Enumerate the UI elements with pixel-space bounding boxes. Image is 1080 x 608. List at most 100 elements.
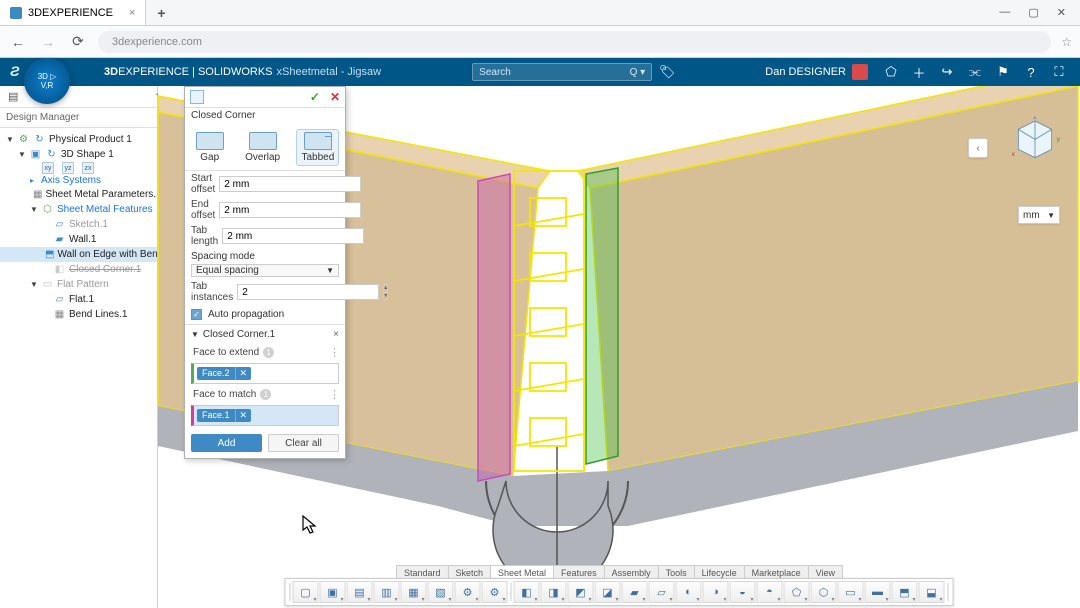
tool-button[interactable]: ◧ [514,581,540,603]
url-bar[interactable]: 3dexperience.com [98,31,1051,53]
clear-all-button[interactable]: Clear all [268,434,339,452]
url-text: 3dexperience.com [112,36,202,48]
tree-row-product[interactable]: ▼ ⚙ ↻ Physical Product 1 [0,132,157,147]
mode-gap[interactable]: Gap [191,129,229,166]
new-tab-button[interactable]: + [150,2,172,24]
tab-length-input[interactable] [222,228,364,244]
plane-icons[interactable]: xy yz zx [0,162,157,174]
tool-button[interactable]: ⚙ [482,581,508,603]
fullscreen-icon[interactable]: ⛶ [1052,65,1066,79]
add-button[interactable]: Add [191,434,262,452]
flat-pattern-icon: ▭ [41,278,54,291]
mode-overlap[interactable]: Overlap [240,129,285,166]
face-extend-label: Face to extend [193,347,259,358]
tree-row-flat[interactable]: ▱ Flat.1 [0,292,157,307]
browser-tab[interactable]: 3DEXPERIENCE × [0,0,146,25]
tool-button[interactable]: ⚙ [455,581,481,603]
face-extend-menu-icon[interactable]: ⋮ [329,346,339,359]
tool-button[interactable]: ▱ [649,581,675,603]
reload-icon[interactable]: ⟳ [68,32,88,52]
tab-instances-input[interactable] [237,284,379,300]
close-window-icon[interactable]: ✕ [1057,6,1066,19]
flag-icon[interactable]: ⚑ [996,65,1010,79]
face-extend-box[interactable]: Face.2 ✕ [191,363,339,384]
tree-row-axis[interactable]: ▸ Axis Systems [0,174,157,187]
tool-button[interactable]: ⬡ [811,581,837,603]
tool-button[interactable]: ▥ [374,581,400,603]
yz-plane-icon[interactable]: yz [62,162,74,174]
tree-row-features[interactable]: ▼ ⬡ Sheet Metal Features [0,202,157,217]
section-close-icon[interactable]: × [333,329,339,340]
face-match-remove-icon[interactable]: ✕ [235,409,252,422]
tree-row-wall-bend[interactable]: ⬒ Wall on Edge with Bend.1 [0,247,157,262]
tree-toggle-icon[interactable]: ▼ [6,135,14,144]
tool-button[interactable]: ▬ [865,581,891,603]
auto-propagation-checkbox[interactable]: ✓ [191,309,202,320]
tool-button[interactable]: ▧ [428,581,454,603]
face-extend-remove-icon[interactable]: ✕ [235,367,252,380]
tab-instances-spinner[interactable]: ▴▾ [383,284,388,300]
unit-select[interactable]: mm ▼ [1018,206,1060,224]
tool-button[interactable]: ⬓ [919,581,945,603]
back-icon[interactable]: ← [8,32,28,52]
tool-button[interactable]: ◪ [595,581,621,603]
search-input[interactable]: Search Q ▾ [472,63,652,81]
mode-tabbed[interactable]: Tabbed [296,129,339,166]
minimize-icon[interactable]: — [999,6,1010,19]
avatar[interactable] [852,64,868,80]
tree-row-params[interactable]: ▦ Sheet Metal Parameters.1 [0,187,157,202]
tool-button[interactable]: ⬠ [784,581,810,603]
cancel-button[interactable]: ✕ [330,90,340,104]
xy-plane-icon[interactable]: xy [42,162,54,174]
add-icon[interactable]: ＋ [912,65,926,79]
tree-row-shape[interactable]: ▼ ▣ ↻ 3D Shape 1 [0,147,157,162]
spacing-mode-select[interactable]: Equal spacing ▼ [191,264,339,277]
tool-button[interactable]: ◨ [541,581,567,603]
maximize-icon[interactable]: ▢ [1028,6,1038,19]
tool-button[interactable]: ▭ [838,581,864,603]
view-prev-icon[interactable]: ‹ [968,138,988,158]
forward-icon[interactable]: → [38,32,58,52]
tool-button[interactable]: ◑ [703,581,729,603]
tool-button[interactable]: ◐ [676,581,702,603]
tool-button[interactable]: ◒ [730,581,756,603]
zx-plane-icon[interactable]: zx [82,162,94,174]
end-offset-input[interactable] [219,202,361,218]
bookmark-icon[interactable]: ☆ [1061,35,1072,49]
face-match-menu-icon[interactable]: ⋮ [329,388,339,401]
share-icon[interactable]: ↪ [940,65,954,79]
tool-button[interactable]: ◩ [568,581,594,603]
tool-button[interactable]: ▤ [347,581,373,603]
tree-toggle-icon[interactable]: ▸ [30,176,38,185]
tree-toggle-icon[interactable]: ▼ [30,280,38,289]
tool-button[interactable]: ▣ [320,581,346,603]
tab-close-icon[interactable]: × [129,7,135,19]
tool-button[interactable]: ▦ [401,581,427,603]
user-name[interactable]: Dan DESIGNER [765,66,846,78]
help-icon[interactable]: ? [1024,65,1038,79]
tool-button[interactable]: ◓ [757,581,783,603]
tree-row-closed-corner[interactable]: ◧ Closed Corner.1 [0,262,157,277]
nav-cube[interactable]: z y x [1010,116,1060,166]
tree-toggle-icon[interactable]: ▼ [18,150,26,159]
start-offset-input[interactable] [219,176,361,192]
wall-icon: ▰ [53,233,66,246]
viewport[interactable]: z y x ‹ mm ▼ ✓ ✕ Closed Corner Gap [158,86,1080,608]
tool-button[interactable]: ▢ [293,581,319,603]
tree-toggle-icon[interactable]: ▼ [30,205,38,214]
ok-button[interactable]: ✓ [310,90,320,104]
tool-button[interactable]: ▰ [622,581,648,603]
tag-icon[interactable]: 🏷 [660,65,674,79]
tree-toolbar-icon[interactable]: ▤ [8,90,22,104]
collaborate-icon[interactable]: ⫘ [968,65,982,79]
tree-row-bend-lines[interactable]: ▦ Bend Lines.1 [0,307,157,322]
section-toggle-icon[interactable]: ▼ [191,330,199,339]
compass-icon[interactable]: 3D ▷ V,R [24,58,70,104]
tab-favicon [10,7,22,19]
tree-row-sketch[interactable]: ▱ Sketch.1 [0,217,157,232]
face-match-box[interactable]: Face.1 ✕ [191,405,339,426]
tree-row-wall[interactable]: ▰ Wall.1 [0,232,157,247]
home-icon[interactable]: ⬠ [884,65,898,79]
tree-row-flat-pattern[interactable]: ▼ ▭ Flat Pattern [0,277,157,292]
tool-button[interactable]: ⬒ [892,581,918,603]
